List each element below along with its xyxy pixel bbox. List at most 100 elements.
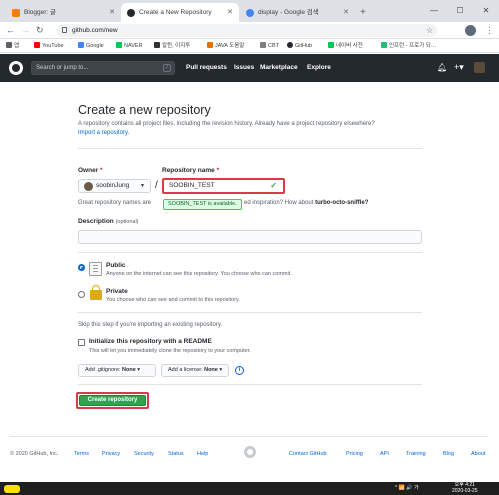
browser-tab-bar: Blogger: 글 ✕ Create a New Repository ✕ d… bbox=[0, 0, 499, 22]
bookmark-star-icon[interactable]: ☆ bbox=[426, 24, 433, 37]
inflearn-icon bbox=[381, 42, 387, 48]
github-footer-logo-icon[interactable] bbox=[244, 446, 256, 458]
close-icon[interactable]: ✕ bbox=[227, 3, 233, 22]
nav-explore[interactable]: Explore bbox=[307, 63, 331, 73]
owner-repo-separator: / bbox=[155, 180, 158, 191]
clock[interactable]: 오후 4:21 2020-03-25 bbox=[452, 482, 478, 494]
tab-label: Blogger: 글 bbox=[24, 9, 56, 16]
bookmark-apps[interactable]: 앱 bbox=[6, 39, 19, 52]
bookmark-kalmun[interactable]: 칼뮌, 이지투 bbox=[154, 39, 191, 52]
tab-google-search[interactable]: display - Google 검색 ✕ bbox=[240, 3, 355, 22]
private-description: You choose who can see and commit to thi… bbox=[106, 297, 240, 303]
tab-label: display - Google 검색 bbox=[258, 9, 319, 16]
bell-icon[interactable]: 🔔︎ bbox=[437, 63, 447, 73]
close-icon[interactable]: ✕ bbox=[109, 3, 115, 22]
bookmark-java[interactable]: JAVA 도움말 bbox=[207, 39, 245, 52]
repo-book-icon bbox=[89, 262, 102, 276]
clock-date: 2020-03-25 bbox=[452, 487, 478, 494]
bookmark-naver-dict[interactable]: 네이버 사전 bbox=[328, 39, 363, 52]
divider bbox=[78, 312, 422, 313]
info-icon[interactable]: i bbox=[235, 366, 244, 375]
chevron-down-icon: ▼ bbox=[140, 183, 145, 189]
create-repository-button[interactable]: Create repository bbox=[79, 395, 146, 406]
search-input[interactable]: Search or jump to... / bbox=[31, 61, 175, 75]
footer-link-training[interactable]: Training bbox=[406, 449, 426, 459]
close-icon[interactable]: ✕ bbox=[343, 3, 349, 22]
naver-dict-icon bbox=[328, 42, 334, 48]
bookmark-youtube[interactable]: YouTube bbox=[34, 39, 64, 52]
profile-avatar[interactable] bbox=[465, 25, 476, 36]
import-repository-link[interactable]: Import a repository. bbox=[78, 130, 129, 136]
bookmark-label: 칼뮌, 이지투 bbox=[162, 43, 191, 49]
address-bar-row: ← → ↻ github.com/new ☆ ⋮ bbox=[0, 22, 499, 39]
initialize-readme-checkbox[interactable] bbox=[78, 339, 85, 346]
search-placeholder: Search or jump to... bbox=[36, 65, 89, 71]
kakaotalk-icon[interactable] bbox=[4, 485, 20, 493]
divider bbox=[78, 384, 422, 385]
bookmark-github[interactable]: GitHub bbox=[287, 39, 313, 52]
public-label: Public bbox=[106, 262, 126, 269]
footer-link-terms[interactable]: Terms bbox=[74, 449, 89, 459]
gitignore-select[interactable]: Add .gitignore: None ▾ bbox=[78, 364, 156, 377]
nav-pull-requests[interactable]: Pull requests bbox=[186, 63, 227, 73]
nav-marketplace[interactable]: Marketplace bbox=[260, 63, 298, 73]
bookmark-label: GitHub bbox=[295, 43, 313, 49]
availability-tooltip: SOOBIN_TEST is available. bbox=[163, 199, 242, 210]
bookmark-naver[interactable]: NAVER bbox=[116, 39, 143, 52]
naver-icon bbox=[116, 42, 122, 48]
license-select[interactable]: Add a license: None ▾ bbox=[161, 364, 229, 377]
footer-link-help[interactable]: Help bbox=[197, 449, 208, 459]
bookmark-label: JAVA 도움말 bbox=[215, 43, 245, 49]
menu-kebab-icon[interactable]: ⋮ bbox=[485, 24, 494, 37]
check-icon: ✓ bbox=[270, 181, 277, 190]
cbt-icon bbox=[260, 42, 266, 48]
forward-arrow-icon[interactable]: → bbox=[21, 24, 30, 37]
github-icon bbox=[127, 9, 135, 17]
chevron-down-icon: ▾ bbox=[137, 367, 141, 373]
close-window-button[interactable]: ✕ bbox=[473, 0, 499, 22]
bookmark-label: 네이버 사전 bbox=[336, 43, 363, 49]
description-input[interactable] bbox=[78, 230, 422, 244]
footer-link-blog[interactable]: Blog bbox=[443, 449, 454, 459]
repository-name-input[interactable]: SOOBIN_TEST ✓ bbox=[162, 178, 285, 194]
bookmark-google[interactable]: Google bbox=[78, 39, 104, 52]
minimize-button[interactable]: — bbox=[421, 0, 447, 22]
bookmark-cbt[interactable]: CBT bbox=[260, 39, 279, 52]
initialize-readme-description: This will let you immediately clone the … bbox=[89, 348, 251, 354]
tab-blogger[interactable]: Blogger: 글 ✕ bbox=[6, 3, 121, 22]
suggested-name-link[interactable]: turbo-octo-sniffle? bbox=[315, 200, 368, 206]
nav-issues[interactable]: Issues bbox=[234, 63, 254, 73]
bookmark-inflearn[interactable]: 인프런 - 프로가 되… bbox=[381, 39, 437, 52]
footer-link-api[interactable]: API bbox=[380, 449, 389, 459]
footer-link-status[interactable]: Status bbox=[168, 449, 184, 459]
footer-link-privacy[interactable]: Privacy bbox=[102, 449, 120, 459]
divider bbox=[78, 252, 422, 253]
bookmark-label: YouTube bbox=[42, 43, 64, 49]
public-radio[interactable] bbox=[78, 264, 85, 271]
footer-link-pricing[interactable]: Pricing bbox=[346, 449, 363, 459]
user-avatar[interactable] bbox=[474, 62, 485, 73]
repository-name-value: SOOBIN_TEST bbox=[169, 182, 215, 189]
create-new-dropdown[interactable]: +▾ bbox=[454, 62, 464, 73]
github-logo-icon[interactable] bbox=[9, 61, 23, 75]
footer-link-about[interactable]: About bbox=[471, 449, 485, 459]
back-arrow-icon[interactable]: ← bbox=[6, 24, 15, 37]
search-shortcut-key: / bbox=[163, 64, 171, 72]
reload-icon[interactable]: ↻ bbox=[36, 24, 44, 37]
owner-select[interactable]: soobinJung ▼ bbox=[78, 179, 151, 193]
repo-name-label: Repository name * bbox=[162, 167, 220, 174]
taskbar: ^ 📶 🔊 가 오후 4:21 2020-03-25 bbox=[0, 482, 499, 495]
maximize-button[interactable]: ☐ bbox=[447, 0, 473, 22]
new-tab-button[interactable]: + bbox=[360, 3, 366, 22]
chevron-down-icon: ▾ bbox=[219, 367, 223, 373]
create-button-highlight: Create repository bbox=[76, 392, 149, 409]
footer-link-security[interactable]: Security bbox=[134, 449, 154, 459]
public-description: Anyone on the internet can see this repo… bbox=[106, 271, 292, 277]
footer-link-contact[interactable]: Contact GitHub bbox=[289, 449, 327, 459]
system-tray[interactable]: ^ 📶 🔊 가 bbox=[395, 484, 419, 493]
bookmarks-bar: 앱 YouTube Google NAVER 칼뮌, 이지투 JAVA 도움말 … bbox=[0, 39, 499, 53]
private-radio[interactable] bbox=[78, 291, 85, 298]
url-input[interactable]: github.com/new bbox=[57, 24, 437, 37]
bookmark-label: 인프런 - 프로가 되… bbox=[389, 43, 437, 49]
tab-create-repository[interactable]: Create a New Repository ✕ bbox=[121, 3, 239, 22]
